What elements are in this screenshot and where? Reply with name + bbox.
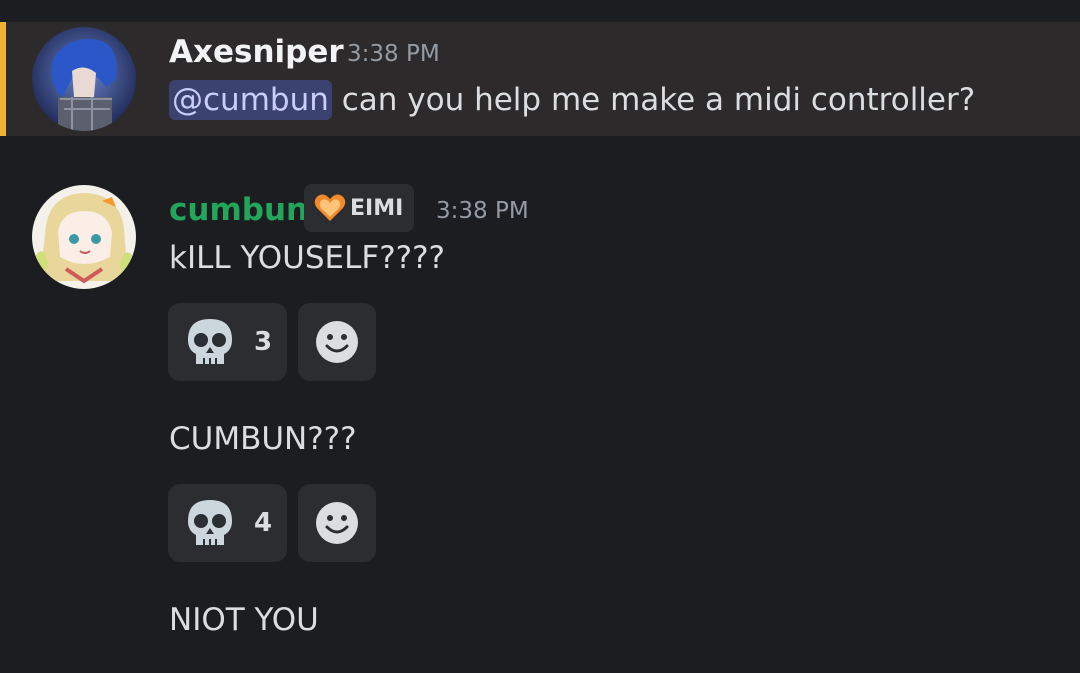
smiley-icon bbox=[316, 502, 358, 544]
user-mention[interactable]: @cumbun bbox=[169, 80, 332, 120]
smiley-icon bbox=[316, 321, 358, 363]
reaction-count: 3 bbox=[254, 327, 273, 357]
add-reaction-button[interactable] bbox=[298, 484, 376, 562]
message-text: kILL YOUSELF???? bbox=[169, 240, 446, 276]
role-badge[interactable]: EIMI bbox=[304, 184, 414, 232]
message-text: can you help me make a midi controller? bbox=[331, 82, 976, 118]
role-badge-label: EIMI bbox=[350, 195, 404, 221]
reaction-button[interactable]: 3 bbox=[168, 303, 287, 381]
add-reaction-button[interactable] bbox=[298, 303, 376, 381]
top-strip bbox=[0, 0, 1080, 22]
avatar-cumbun-icon bbox=[32, 185, 136, 289]
avatar[interactable] bbox=[32, 27, 136, 131]
skull-icon bbox=[188, 500, 232, 545]
mention-highlight-bar bbox=[0, 22, 6, 136]
message-author[interactable]: Axesniper bbox=[169, 37, 344, 68]
message-content: @cumbun can you help me make a midi cont… bbox=[169, 80, 976, 120]
avatar-axesniper-icon bbox=[32, 27, 136, 131]
message-author[interactable]: cumbun bbox=[169, 195, 308, 226]
message-highlighted[interactable] bbox=[0, 22, 1080, 136]
message-text: NIOT YOU bbox=[169, 602, 319, 638]
avatar[interactable] bbox=[32, 185, 136, 289]
reaction-button[interactable]: 4 bbox=[168, 484, 287, 562]
message-text: CUMBUN??? bbox=[169, 421, 357, 457]
skull-icon bbox=[188, 319, 232, 364]
chat-screen: Axesniper 3:38 PM @cumbun can you help m… bbox=[0, 0, 1080, 673]
orange-heart-icon bbox=[314, 194, 346, 221]
message-timestamp: 3:38 PM bbox=[436, 198, 529, 224]
message-timestamp: 3:38 PM bbox=[347, 41, 440, 67]
reaction-count: 4 bbox=[254, 508, 273, 538]
